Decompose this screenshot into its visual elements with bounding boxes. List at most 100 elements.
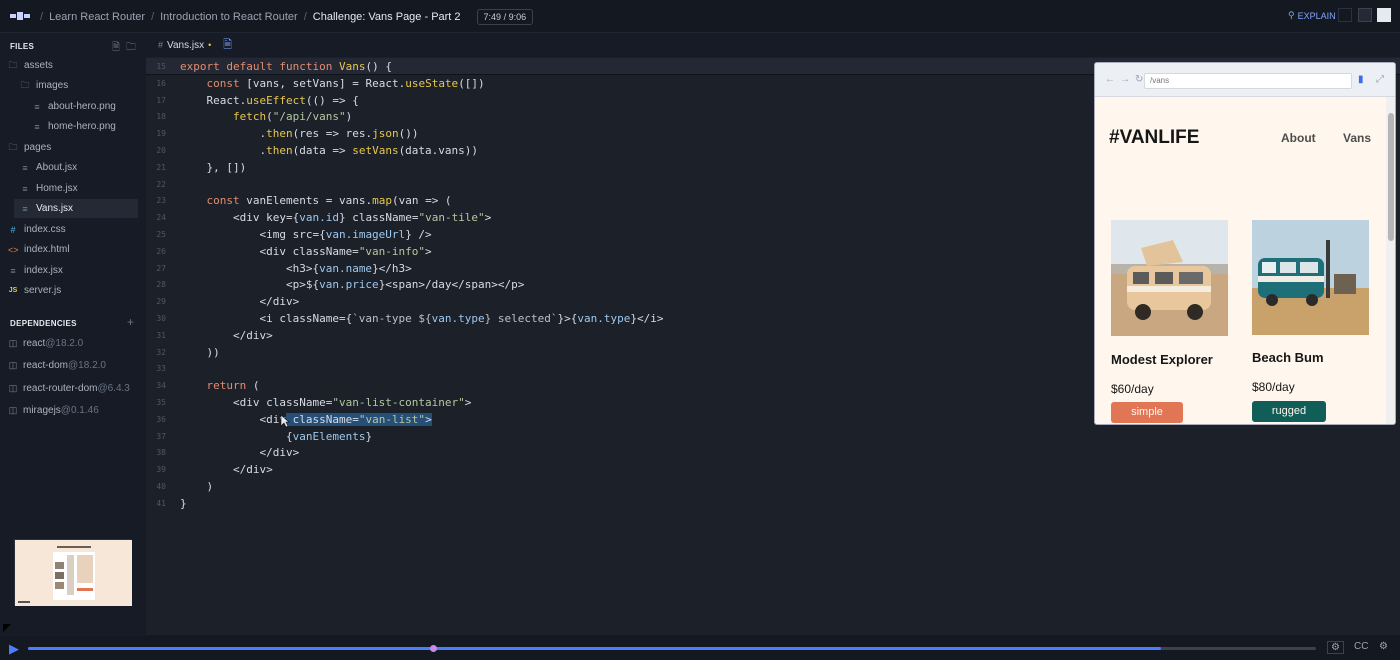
code-line[interactable]: 41} xyxy=(146,495,1400,512)
line-number: 15 xyxy=(156,62,166,71)
code-line[interactable]: 37 {vanElements} xyxy=(146,428,1400,445)
speed-icon[interactable]: ⚙ xyxy=(1327,641,1344,654)
tree-file-index-jsx[interactable]: ≡ index.jsx xyxy=(8,261,146,280)
tree-file-index-html[interactable]: <> index.html xyxy=(8,240,146,259)
reload-icon[interactable]: ↻ xyxy=(1135,74,1143,85)
code-line[interactable]: 39 </div> xyxy=(146,461,1400,478)
magnifier-icon: ⚲ xyxy=(1288,10,1295,20)
explain-button[interactable]: ⚲ EXPLAIN xyxy=(1288,10,1336,21)
line-number: 38 xyxy=(156,448,166,458)
browser-toolbar: ← → ↻ /vans ▮ ⤢ xyxy=(1095,63,1395,97)
dependency-version: @6.4.3 xyxy=(97,382,130,394)
progress-marker[interactable] xyxy=(429,645,437,652)
back-arrow-icon[interactable]: ← xyxy=(1105,74,1115,85)
layout-sidebar-icon[interactable] xyxy=(1358,8,1372,22)
play-icon[interactable]: ▶ xyxy=(9,641,19,657)
tree-file-index-css[interactable]: # index.css xyxy=(8,220,146,239)
line-number: 30 xyxy=(156,314,166,323)
browser-url-input[interactable]: /vans xyxy=(1144,73,1352,89)
van-type-badge[interactable]: simple xyxy=(1111,402,1183,423)
van-price: $60/day xyxy=(1111,382,1154,396)
code-text: .then(data => setVans(data.vans)) xyxy=(180,144,479,157)
layout-fullscreen-icon[interactable] xyxy=(1377,8,1391,22)
line-number: 17 xyxy=(156,95,166,105)
code-line[interactable]: 40 ) xyxy=(146,478,1400,495)
code-text: </div> xyxy=(180,295,300,309)
file-icon: ≡ xyxy=(22,162,28,173)
top-bar: / Learn React Router / Introduction to R… xyxy=(0,0,1400,33)
tree-file-vans[interactable]: ≡ Vans.jsx xyxy=(14,199,138,218)
breadcrumb-separator: / xyxy=(151,10,155,23)
files-heading: FILES xyxy=(10,42,35,51)
folder-icon: 🗀 xyxy=(8,59,18,70)
tree-file-about-hero[interactable]: ≡ about-hero.png xyxy=(32,97,142,116)
pin-icon[interactable]: ▮ xyxy=(1358,74,1364,85)
new-tab-icon[interactable]: 🗎 xyxy=(223,36,232,55)
file-icon: ≡ xyxy=(22,183,28,194)
progress-track[interactable] xyxy=(28,647,1316,650)
explain-label: EXPLAIN xyxy=(1297,10,1336,21)
van-type-badge[interactable]: rugged xyxy=(1252,401,1326,422)
line-number: 35 xyxy=(156,398,166,407)
van-image[interactable] xyxy=(1111,220,1228,336)
dependency-react-router-dom[interactable]: ◫ react-router-dom @6.4.3 xyxy=(8,380,130,396)
line-number: 20 xyxy=(156,146,166,155)
tree-item-label: Home.jsx xyxy=(36,183,78,194)
captions-button[interactable]: CC xyxy=(1354,641,1368,652)
code-line[interactable]: 38 </div> xyxy=(146,444,1400,461)
js-file-icon: JS xyxy=(8,287,18,294)
new-file-icon[interactable]: 🗎 xyxy=(112,40,120,57)
site-logo[interactable]: #VANLIFE xyxy=(1109,127,1199,149)
code-text: .then(res => res.json()) xyxy=(180,127,419,141)
code-text: </div> xyxy=(180,463,273,477)
tree-folder-assets[interactable]: 🗀 assets xyxy=(8,56,146,75)
tree-file-about[interactable]: ≡ About.jsx xyxy=(20,158,138,177)
preview-thumbnail-graphic xyxy=(15,540,132,606)
breadcrumb-course[interactable]: Learn React Router xyxy=(49,11,145,23)
dependency-react-dom[interactable]: ◫ react-dom @18.2.0 xyxy=(8,357,106,373)
browser-preview: ← → ↻ /vans ▮ ⤢ #VANLIFE About Vans Mode… xyxy=(1094,62,1396,425)
dependency-react[interactable]: ◫ react @18.2.0 xyxy=(8,335,83,351)
video-player-bar: ▶ ⚙ CC ⚙ xyxy=(0,636,1400,660)
van-image[interactable] xyxy=(1252,220,1369,335)
code-text: return ( xyxy=(206,379,260,393)
tree-item-label: index.jsx xyxy=(24,265,63,276)
code-text: </div> xyxy=(180,446,300,460)
van-photo-graphic xyxy=(1252,220,1369,335)
add-dependency-icon[interactable]: + xyxy=(127,315,134,329)
van-name[interactable]: Modest Explorer xyxy=(1111,352,1213,367)
tree-item-label: images xyxy=(36,80,69,91)
preview-thumbnail[interactable] xyxy=(14,539,132,606)
tree-folder-images[interactable]: 🗀 images xyxy=(20,76,158,95)
new-folder-icon[interactable]: 🗀 xyxy=(126,40,136,57)
code-text: ) xyxy=(180,480,214,493)
tree-file-home-hero[interactable]: ≡ home-hero.png xyxy=(32,117,142,136)
tree-item-label: About.jsx xyxy=(36,162,78,173)
tree-folder-pages[interactable]: 🗀 pages xyxy=(8,138,146,157)
tree-file-server-js[interactable]: JS server.js xyxy=(8,281,146,300)
file-icon: # xyxy=(158,40,164,50)
layout-split-icon[interactable] xyxy=(1338,8,1352,22)
nav-link-about[interactable]: About xyxy=(1281,131,1316,145)
tree-item-label: pages xyxy=(24,142,52,153)
code-text: <i className={`van-type ${van.type} sele… xyxy=(180,312,664,325)
preview-scrollbar-thumb[interactable] xyxy=(1388,113,1394,241)
expand-icon[interactable]: ⤢ xyxy=(1376,74,1384,85)
van-name[interactable]: Beach Bum xyxy=(1252,350,1324,365)
tab-vans-jsx[interactable]: # Vans.jsx • xyxy=(152,33,217,57)
line-number: 37 xyxy=(156,431,166,441)
folder-icon: 🗀 xyxy=(20,79,30,90)
line-number: 39 xyxy=(156,465,166,475)
line-number: 21 xyxy=(156,162,166,172)
dependency-name: miragejs xyxy=(23,404,61,416)
tree-file-home[interactable]: ≡ Home.jsx xyxy=(20,179,138,198)
dependency-miragejs[interactable]: ◫ miragejs @0.1.46 xyxy=(8,402,99,418)
file-icon: ≡ xyxy=(34,121,40,132)
scrimba-logo-icon[interactable] xyxy=(10,10,30,22)
nav-link-vans[interactable]: Vans xyxy=(1343,131,1371,145)
settings-gear-icon[interactable]: ⚙ xyxy=(1379,641,1388,652)
breadcrumb-module[interactable]: Introduction to React Router xyxy=(160,11,298,23)
tree-item-label: home-hero.png xyxy=(48,121,116,132)
line-number: 36 xyxy=(156,414,166,424)
forward-arrow-icon[interactable]: → xyxy=(1120,74,1130,85)
